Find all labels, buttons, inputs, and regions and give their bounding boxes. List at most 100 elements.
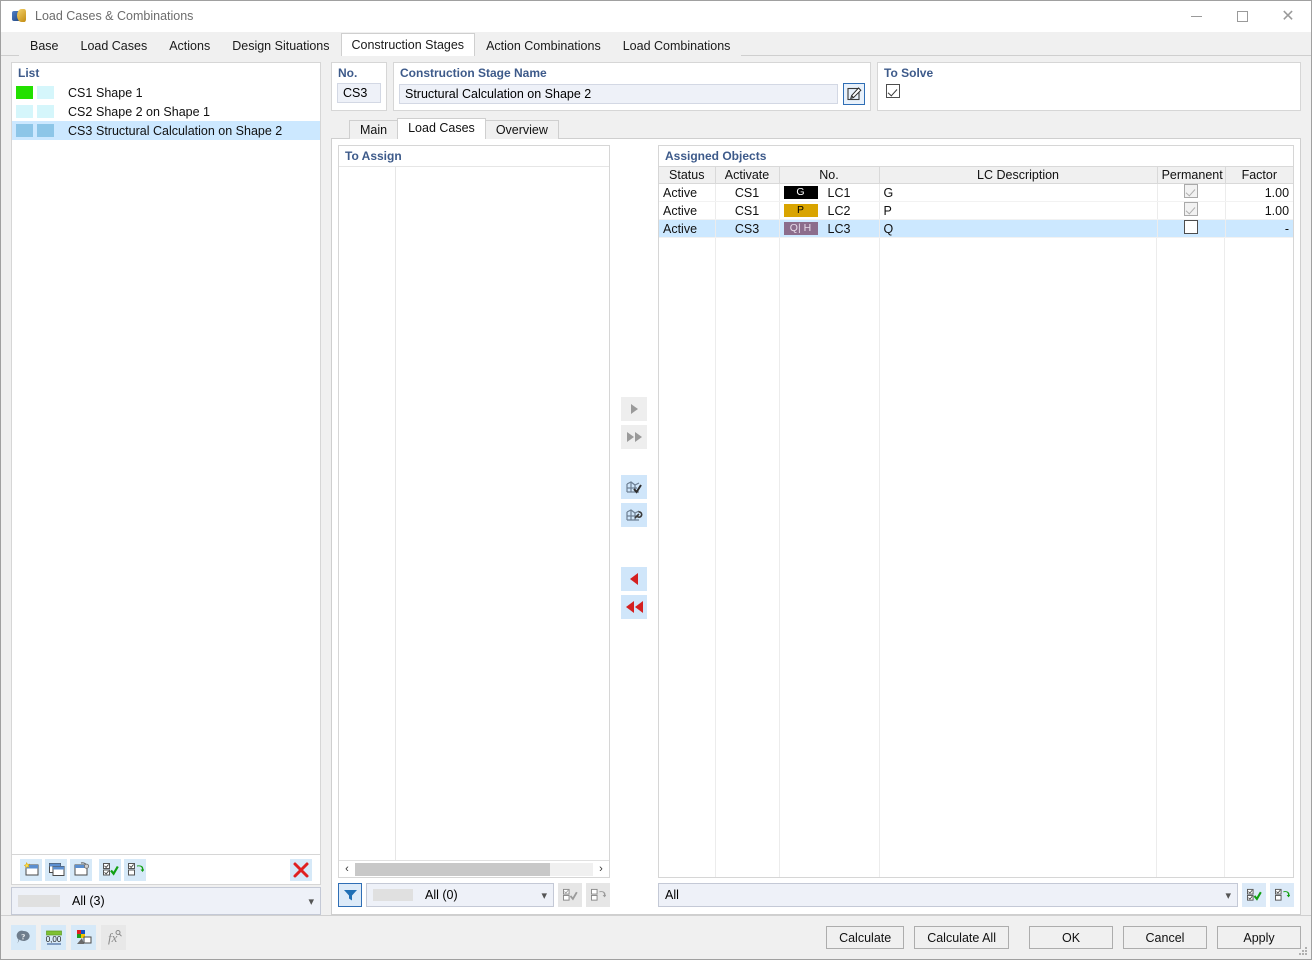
color-palette-icon: [76, 930, 91, 944]
tab-load-combinations[interactable]: Load Combinations: [611, 34, 742, 56]
permanent-checkbox[interactable]: [1184, 184, 1199, 198]
filter-color-swatch: [373, 889, 413, 901]
column-header-status[interactable]: Status: [659, 166, 716, 184]
scroll-thumb[interactable]: [355, 862, 551, 876]
app-icon: [11, 8, 27, 24]
color-swatches: [14, 105, 60, 118]
decimal-places-button[interactable]: 0,00: [41, 925, 66, 950]
select-all-button[interactable]: [99, 858, 121, 881]
new-construction-stage-button[interactable]: [20, 858, 42, 881]
formula-button[interactable]: fx: [101, 925, 126, 950]
copy-construction-stage-button[interactable]: [45, 858, 67, 881]
invert-selection-button[interactable]: [124, 858, 146, 881]
tab-main[interactable]: Main: [349, 120, 399, 139]
display-properties-button[interactable]: [71, 925, 96, 950]
list-item[interactable]: CS3 Structural Calculation on Shape 2: [12, 121, 320, 140]
table-row[interactable]: Active CS1 P LC2 P 1.00: [659, 201, 1294, 220]
list-item[interactable]: CS2 Shape 2 on Shape 1: [12, 102, 320, 121]
column-header-activate[interactable]: Activate: [715, 166, 780, 184]
cancel-button[interactable]: Cancel: [1123, 926, 1207, 949]
cell-permanent: [1157, 219, 1226, 238]
list-title: List: [12, 63, 320, 83]
import-window-icon: [74, 862, 89, 876]
to-assign-filter-button[interactable]: [338, 883, 362, 907]
red-x-icon: [293, 862, 309, 877]
scroll-track[interactable]: [355, 862, 593, 876]
cell-permanent: [1157, 183, 1226, 202]
select-all-to-assign-button[interactable]: [558, 883, 582, 907]
minimize-button[interactable]: [1173, 1, 1219, 32]
tab-action-combinations[interactable]: Action Combinations: [475, 34, 612, 56]
to-assign-grid[interactable]: [339, 166, 609, 860]
to-assign-filter-select[interactable]: All (0) ▾: [366, 883, 554, 907]
info-bubble-icon: ?: [16, 930, 30, 944]
stage-name-input[interactable]: Structural Calculation on Shape 2: [399, 84, 838, 104]
tab-construction-stages[interactable]: Construction Stages: [340, 33, 476, 56]
delete-button[interactable]: [290, 858, 312, 881]
load-case-badge: G: [783, 186, 818, 199]
cell-lc-description: Q: [879, 219, 1158, 238]
unassign-all-button[interactable]: [621, 595, 647, 619]
load-case-no: LC1: [827, 185, 851, 200]
maximize-button[interactable]: [1219, 1, 1265, 32]
list-item[interactable]: CS1 Shape 1: [12, 83, 320, 102]
scroll-right-icon[interactable]: ›: [593, 861, 609, 877]
close-button[interactable]: ✕: [1265, 1, 1311, 32]
resize-grip[interactable]: [1298, 946, 1308, 956]
list-box: List CS1 Shape 1 CS2 Shape 2 on Shape 1 …: [11, 62, 321, 855]
unassign-selected-button[interactable]: [621, 567, 647, 591]
list-item-no: CS3: [68, 123, 93, 138]
table-row[interactable]: Active CS3 Q| H LC3 Q -: [659, 219, 1294, 238]
number-field[interactable]: CS3: [337, 83, 381, 103]
cell-factor: 1.00: [1225, 183, 1294, 202]
construction-stage-list-panel: List CS1 Shape 1 CS2 Shape 2 on Shape 1 …: [11, 62, 321, 915]
to-assign-hscrollbar[interactable]: ‹ ›: [339, 860, 609, 877]
import-construction-stage-button[interactable]: [70, 858, 92, 881]
to-solve-checkbox[interactable]: [886, 84, 900, 98]
assigned-objects-empty-area[interactable]: [659, 238, 1294, 877]
invert-assigned-button[interactable]: [1270, 883, 1295, 907]
dialog-action-buttons: Calculate Calculate All OK Cancel Apply: [826, 926, 1301, 949]
load-cases-panel: To Assign ‹ › All (0) ▾ Assigned Objects…: [331, 138, 1301, 915]
list-filter-select[interactable]: All (3) ▾: [11, 887, 321, 915]
assign-all-button[interactable]: [621, 425, 647, 449]
column-header-no[interactable]: No.: [779, 166, 880, 184]
column-header-factor[interactable]: Factor: [1225, 166, 1294, 184]
assigned-filter-select[interactable]: All ▾: [658, 883, 1239, 907]
cell-no: G LC1: [779, 183, 880, 202]
color-swatch-secondary: [37, 86, 54, 99]
tab-load-cases-inner[interactable]: Load Cases: [397, 118, 486, 139]
grid-check-icon: [626, 480, 642, 494]
tab-design-situations[interactable]: Design Situations: [221, 34, 341, 56]
select-all-assigned-button[interactable]: [1242, 883, 1267, 907]
tab-load-cases[interactable]: Load Cases: [69, 34, 159, 56]
apply-button[interactable]: Apply: [1217, 926, 1301, 949]
new-load-case-button[interactable]: [621, 475, 647, 499]
scroll-left-icon[interactable]: ‹: [339, 861, 355, 877]
edit-stage-name-button[interactable]: [843, 83, 865, 105]
column-header-permanent[interactable]: Permanent: [1157, 166, 1226, 184]
checkbox-check-icon: [563, 888, 578, 901]
tab-base[interactable]: Base: [19, 34, 70, 56]
tab-actions[interactable]: Actions: [158, 34, 222, 56]
permanent-checkbox[interactable]: [1184, 202, 1199, 216]
ok-button[interactable]: OK: [1029, 926, 1113, 949]
calculate-all-button[interactable]: Calculate All: [914, 926, 1009, 949]
info-button[interactable]: ?: [11, 925, 36, 950]
table-header-row: Status Activate No. LC Description Perma…: [659, 166, 1294, 184]
calculate-button[interactable]: Calculate: [826, 926, 905, 949]
main-tab-strip: Base Load Cases Actions Design Situation…: [1, 32, 1311, 56]
cell-permanent: [1157, 201, 1226, 220]
assigned-filter-value: All: [665, 888, 679, 902]
table-row[interactable]: Active CS1 G LC1 G 1.00: [659, 183, 1294, 202]
chevron-down-icon: ▾: [1225, 889, 1232, 902]
assign-selected-button[interactable]: [621, 397, 647, 421]
invert-to-assign-button[interactable]: [586, 883, 610, 907]
checkbox-check-icon: [102, 863, 119, 876]
stage-detail-panel: No. CS3 Construction Stage Name Structur…: [331, 62, 1301, 915]
permanent-checkbox[interactable]: [1184, 220, 1199, 234]
column-header-lc-description[interactable]: LC Description: [879, 166, 1158, 184]
edit-load-case-button[interactable]: [621, 503, 647, 527]
tab-overview[interactable]: Overview: [484, 120, 559, 139]
double-arrow-left-icon: [625, 601, 643, 613]
